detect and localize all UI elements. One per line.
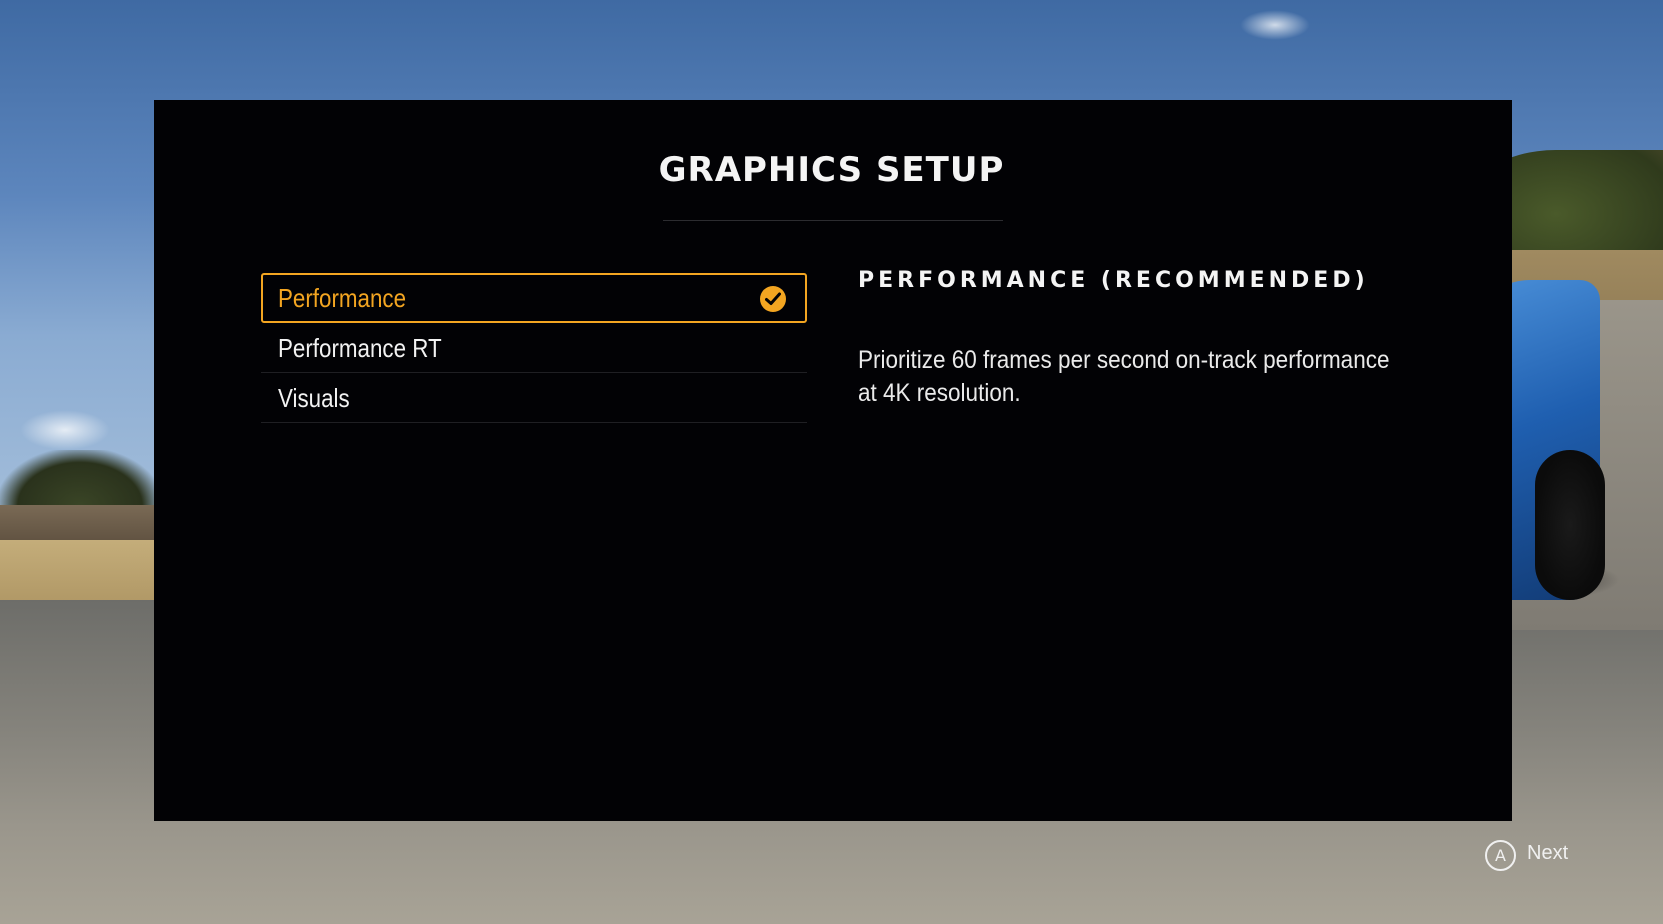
car-wheel [1535,450,1605,600]
option-performance[interactable]: Performance [261,273,807,323]
check-circle-icon [760,286,786,312]
option-label: Visuals [278,383,350,413]
cloud [1240,10,1310,40]
option-label: Performance RT [278,333,442,363]
description-heading: PERFORMANCE (RECOMMENDED) [858,268,1369,293]
a-button-icon: A [1485,840,1516,871]
graphics-setup-dialog [154,100,1512,821]
graphics-mode-list: Performance Performance RT Visuals [261,273,807,423]
next-label: Next [1527,842,1569,864]
option-performance-rt[interactable]: Performance RT [261,323,807,373]
cloud [20,410,110,450]
title-divider [663,220,1003,221]
description-body: Prioritize 60 frames per second on-track… [858,346,1390,407]
option-label: Performance [278,283,407,313]
option-visuals[interactable]: Visuals [261,373,807,423]
dialog-title: GRAPHICS SETUP [658,150,1005,190]
